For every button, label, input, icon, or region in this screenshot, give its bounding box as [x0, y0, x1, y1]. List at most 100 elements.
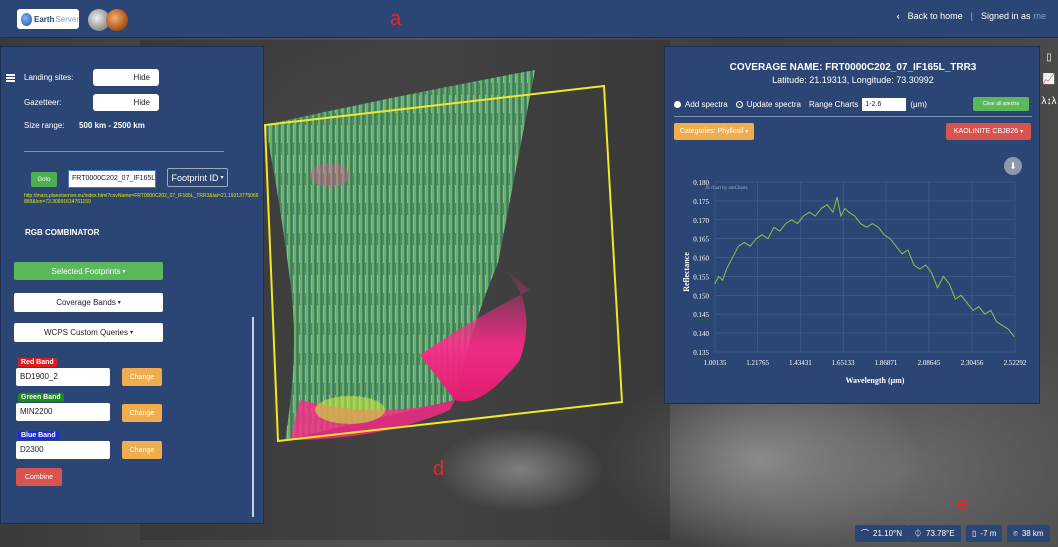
footprint-overlay	[265, 70, 535, 440]
combine-button[interactable]: Combine	[16, 468, 62, 486]
footprint-select-label: Footprint ID	[171, 172, 219, 183]
layers-panel: Landing sites: Hide Gazetteer: Hide Size…	[0, 46, 264, 524]
annotation-e: e	[957, 493, 969, 515]
back-to-home-link[interactable]: Back to home	[908, 11, 963, 21]
footprint-input[interactable]: FRT0000C202_07_IF165L_TRR3	[68, 170, 156, 188]
longitude-value: 73.78°E	[926, 529, 955, 538]
clear-spectra-button[interactable]: Clear all spectra	[973, 97, 1029, 111]
annotation-a: a	[390, 8, 402, 30]
longitude-readout: ⏀ 73.78°E	[908, 525, 961, 542]
divider	[24, 151, 224, 152]
elevation-readout: ▯ -7 m	[966, 525, 1003, 542]
panel-scrollbar[interactable]	[252, 317, 254, 517]
x-tick-label: 1.00135	[704, 359, 727, 367]
y-tick-label: 0.170	[693, 217, 709, 225]
wcps-queries-button[interactable]: WCPS Custom Queries ▾	[14, 323, 163, 342]
elevation-icon: ▯	[972, 529, 977, 538]
range-unit: (μm)	[910, 100, 927, 109]
y-tick-label: 0.165	[693, 236, 709, 244]
green-band-input[interactable]: MIN2200	[16, 403, 110, 421]
top-navbar: Earth Server ‹ Back to home | Signed in a…	[0, 0, 1058, 38]
update-spectra-label: Update spectra	[746, 100, 801, 109]
landing-sites-toggle[interactable]: Hide	[93, 69, 159, 86]
selected-footprints-button[interactable]: Selected Footprints ▾	[14, 262, 163, 280]
red-band-label: Red Band	[18, 358, 57, 367]
chevron-left-icon[interactable]: ‹	[897, 11, 900, 21]
mineral-label: KAOLINITE CBJB26	[953, 128, 1019, 135]
coverage-bands-label: Coverage Bands	[56, 298, 116, 307]
range-input[interactable]: 1-2.6	[862, 98, 907, 111]
nav-right: ‹ Back to home | Signed in as me	[897, 11, 1046, 21]
landing-sites-label: Landing sites:	[24, 73, 74, 82]
range-charts-label: Range Charts	[808, 100, 859, 109]
nav-divider: |	[970, 11, 973, 21]
x-axis-label: Wavelength (μm)	[846, 376, 905, 385]
wcps-queries-label: WCPS Custom Queries	[43, 328, 128, 337]
update-spectra-radio[interactable]	[735, 101, 743, 108]
add-spectra-label: Add spectra	[685, 100, 728, 109]
x-tick-label: 2.52292	[1004, 359, 1027, 367]
earthserver-logo[interactable]: Earth Server	[17, 9, 79, 29]
y-tick-label: 0.150	[693, 292, 709, 300]
spectra-chart[interactable]: 0.135 0.140 0.145 0.150 0.155 0.160 0.165 0.170…	[675, 147, 1030, 397]
caret-down-icon: ▾	[122, 268, 126, 275]
blue-band-input[interactable]: D2300	[16, 441, 110, 459]
gazetteer-toggle[interactable]: Hide	[93, 94, 159, 111]
y-tick-label: 0.140	[693, 330, 709, 338]
menu-icon[interactable]	[6, 74, 15, 82]
red-band-input[interactable]: BD1900_2	[16, 368, 110, 386]
chart-icon[interactable]: 📈	[1040, 68, 1058, 90]
caret-down-icon: ▾	[130, 330, 134, 336]
caret-down-icon: ▾	[1020, 129, 1024, 135]
latitude-readout: ⌒ 21.10°N	[855, 525, 908, 542]
green-change-button[interactable]: Change	[122, 404, 162, 422]
x-tick-label: 2.08645	[918, 359, 941, 367]
x-tick-label: 1.43431	[789, 359, 812, 367]
selected-footprints-label: Selected Footprints	[51, 266, 121, 276]
caret-down-icon: ▾	[745, 129, 749, 135]
categories-button[interactable]: Categories: Phyllosil ▾	[674, 123, 754, 140]
chart-credit: JS chart by amCharts	[705, 186, 748, 191]
x-tick-label: 1.65133	[832, 359, 855, 367]
spectra-options: Add spectra Update spectra Range Charts …	[674, 98, 927, 111]
x-tick-label: 1.86871	[875, 359, 898, 367]
footprint-link[interactable]: http://mars.planetserver.eu/index.html?c…	[24, 193, 259, 205]
size-range-value: 500 km - 2500 km	[79, 121, 145, 130]
lambda-icon[interactable]: λ↕λ	[1040, 90, 1058, 112]
goto-button[interactable]: Goto	[31, 172, 57, 187]
x-tick-label: 2.30456	[961, 359, 984, 367]
blue-change-button[interactable]: Change	[122, 441, 162, 459]
add-spectra-radio[interactable]	[674, 101, 681, 108]
y-tick-label: 0.155	[693, 273, 709, 281]
green-band-label: Green Band	[18, 393, 64, 402]
longitude-icon: ⏀	[914, 529, 922, 538]
altitude-value: 38 km	[1021, 529, 1044, 538]
annotation-d: d	[433, 458, 445, 480]
divider	[674, 116, 1032, 117]
coverage-bands-button[interactable]: Coverage Bands ▾	[14, 293, 163, 312]
y-tick-label: 0.175	[693, 198, 709, 206]
y-tick-label: 0.145	[693, 311, 709, 319]
planet-switcher[interactable]	[88, 9, 130, 31]
y-axis-label: Reflectance	[682, 252, 691, 292]
gazetteer-label: Gazetteer:	[24, 98, 62, 107]
footprint-id-select[interactable]: Footprint ID ▾	[167, 168, 228, 187]
red-change-button[interactable]: Change	[122, 368, 162, 386]
y-tick-label: 0.160	[693, 255, 709, 263]
download-icon[interactable]: ⬇	[1004, 157, 1022, 175]
signed-in-label: Signed in as	[980, 11, 1031, 21]
side-toolbar: ▯ 📈 λ↕λ	[1040, 46, 1058, 126]
altitude-icon: ⌾	[1013, 528, 1018, 538]
rgb-combinator-title: RGB COMBINATOR	[25, 228, 100, 237]
blue-band-label: Blue Band	[18, 431, 59, 440]
user-link[interactable]: me	[1033, 11, 1046, 21]
coverage-title: COVERAGE NAME: FRT0000C202_07_IF165L_TRR…	[729, 62, 977, 73]
categories-label: Categories: Phyllosil	[679, 128, 744, 135]
latitude-value: 21.10°N	[873, 529, 902, 538]
info-icon[interactable]: ▯	[1040, 46, 1058, 68]
mars-icon[interactable]	[106, 9, 128, 31]
caret-down-icon: ▾	[220, 175, 224, 181]
mineral-select-button[interactable]: KAOLINITE CBJB26 ▾	[946, 123, 1031, 140]
elevation-value: -7 m	[980, 529, 997, 538]
latitude-icon: ⌒	[861, 529, 869, 538]
